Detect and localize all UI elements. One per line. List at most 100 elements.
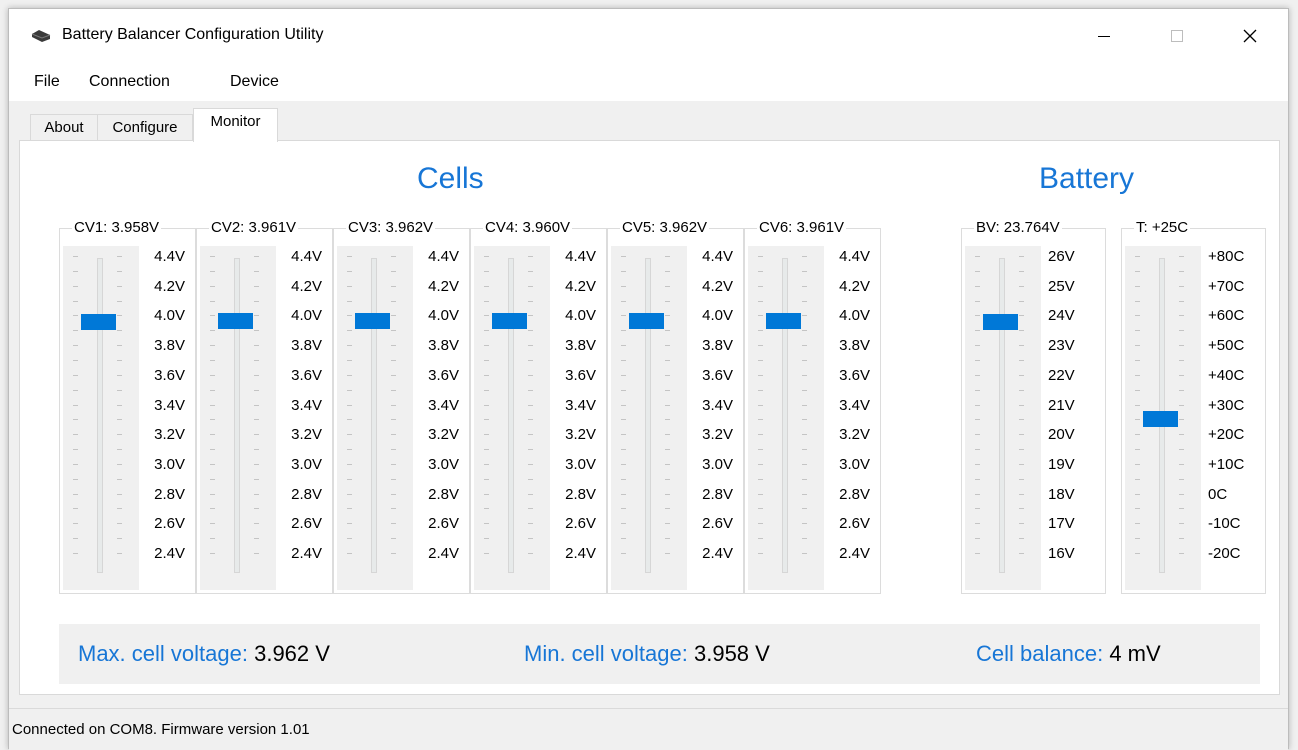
temperature-scale-label: +20C [1208, 426, 1245, 444]
cell-1-slider[interactable] [63, 246, 139, 590]
cell-2-tick [210, 508, 215, 510]
cell-2-scale-label: 2.6V [291, 515, 322, 533]
battery-voltage-tick [975, 345, 980, 347]
cell-1-tick [73, 419, 78, 421]
cell-1-slider-thumb[interactable] [81, 313, 116, 330]
battery-voltage-tick [1019, 449, 1024, 451]
cell-4-tick [484, 493, 489, 495]
cell-6-tick [802, 523, 807, 525]
cell-4-slider[interactable] [474, 246, 550, 590]
cell-3-slider[interactable] [337, 246, 413, 590]
cell-4-tick [528, 270, 533, 272]
cell-1-tick [73, 463, 78, 465]
cell-5-tick [621, 389, 626, 391]
tab-about[interactable]: About [30, 114, 98, 140]
cell-2-tick [254, 404, 259, 406]
battery-voltage-tick [1019, 359, 1024, 361]
cell-6-scale-label: 4.4V [839, 248, 870, 265]
cell-4-tick [484, 359, 489, 361]
cell-3-scale-label: 3.6V [428, 366, 459, 384]
battery-voltage-tick [1019, 256, 1024, 257]
cell-4-tick [528, 508, 533, 510]
battery-voltage-scale-label: 23V [1048, 337, 1075, 355]
cell-1-tick [117, 538, 122, 540]
cell-1-tick [117, 434, 122, 436]
temperature-tick [1135, 359, 1140, 361]
battery-voltage-label: BV: 23.764V [974, 219, 1062, 237]
cell-4-tick [484, 463, 489, 465]
cell-5-scale-label: 4.2V [702, 277, 733, 295]
cell-6-label: CV6: 3.961V [757, 219, 847, 237]
cell-1-tick [117, 493, 122, 495]
battery-voltage-tick [1019, 434, 1024, 436]
cell-3-tick [391, 315, 396, 317]
title-bar: Battery Balancer Configuration Utility [9, 9, 1288, 63]
temperature-tick [1179, 478, 1184, 480]
cell-3-slider-thumb[interactable] [355, 313, 390, 330]
temperature-tick [1179, 508, 1184, 510]
cell-6-scale-label: 4.0V [839, 307, 870, 325]
cell-2-tick [254, 419, 259, 421]
cell-6-tick [802, 270, 807, 272]
cell-1-tick [117, 374, 122, 376]
battery-voltage-slider[interactable] [965, 246, 1041, 590]
battery-voltage-slider-thumb[interactable] [983, 314, 1018, 331]
cell-5-scale-label: 2.4V [702, 545, 733, 562]
cell-4-tick [528, 463, 533, 465]
min-cell-voltage: Min. cell voltage: 3.958 V [524, 641, 770, 667]
cell-6-scale-label: 3.8V [839, 337, 870, 355]
cell-2-tick [210, 285, 215, 287]
menu-file[interactable]: File [34, 73, 60, 91]
cell-4-slider-thumb[interactable] [492, 313, 527, 330]
cell-5-tick [621, 478, 626, 480]
cell-5-scale-label: 2.8V [702, 485, 733, 503]
battery-voltage-scale-label: 26V [1048, 248, 1075, 265]
cell-2-slider-thumb[interactable] [218, 313, 253, 330]
cell-4-tick [484, 449, 489, 451]
temperature-label: T: +25C [1134, 219, 1191, 237]
cell-5-slider[interactable] [611, 246, 687, 590]
cell-3-tick [391, 285, 396, 287]
temperature-slider[interactable] [1125, 246, 1201, 590]
cell-6-tick [758, 404, 763, 406]
battery-voltage-tick [975, 419, 980, 421]
temperature-slider-thumb[interactable] [1143, 411, 1178, 428]
cell-3-tick [347, 389, 352, 391]
cell-2-scale-label: 3.0V [291, 455, 322, 473]
cell-5-tick [621, 270, 626, 272]
cell-6-tick [802, 508, 807, 510]
max-cell-voltage-value: 3.962 V [254, 641, 330, 666]
cell-3-tick [347, 359, 352, 361]
menu-connection[interactable]: Connection [89, 73, 170, 91]
battery-voltage-groupbox: BV: 23.764V 26V 25V 24V 23V 22V 21V 20V 19V 18V 17… [961, 219, 1106, 594]
cell-6-slider-thumb[interactable] [766, 313, 801, 330]
cell-3-tick [391, 374, 396, 376]
menu-device[interactable]: Device [230, 73, 279, 91]
battery-voltage-tick [1019, 404, 1024, 406]
temperature-tick [1179, 315, 1184, 317]
cell-2-scale-label: 3.8V [291, 337, 322, 355]
minimize-button[interactable] [1075, 9, 1133, 63]
battery-icon [31, 30, 51, 42]
battery-voltage-tick [1019, 478, 1024, 480]
cell-2-tick [210, 404, 215, 406]
battery-voltage-tick [975, 508, 980, 510]
battery-title: Battery [1039, 162, 1135, 195]
cell-6-slider[interactable] [748, 246, 824, 590]
cell-3-tick [347, 315, 352, 317]
cell-2-tick [254, 300, 259, 302]
cell-6-tick [758, 345, 763, 347]
cell-5-slider-thumb[interactable] [629, 313, 664, 330]
cell-2-slider[interactable] [200, 246, 276, 590]
temperature-tick [1135, 493, 1140, 495]
temperature-tick [1135, 404, 1140, 406]
temperature-tick [1179, 404, 1184, 406]
cell-6-tick [758, 419, 763, 421]
maximize-button[interactable] [1148, 9, 1206, 63]
cell-2-tick [210, 315, 215, 317]
cell-1-tick [73, 434, 78, 436]
close-button[interactable] [1221, 9, 1279, 63]
tab-monitor[interactable]: Monitor [193, 108, 278, 142]
cell-2-scale-label: 3.4V [291, 396, 322, 414]
tab-configure[interactable]: Configure [97, 114, 193, 140]
